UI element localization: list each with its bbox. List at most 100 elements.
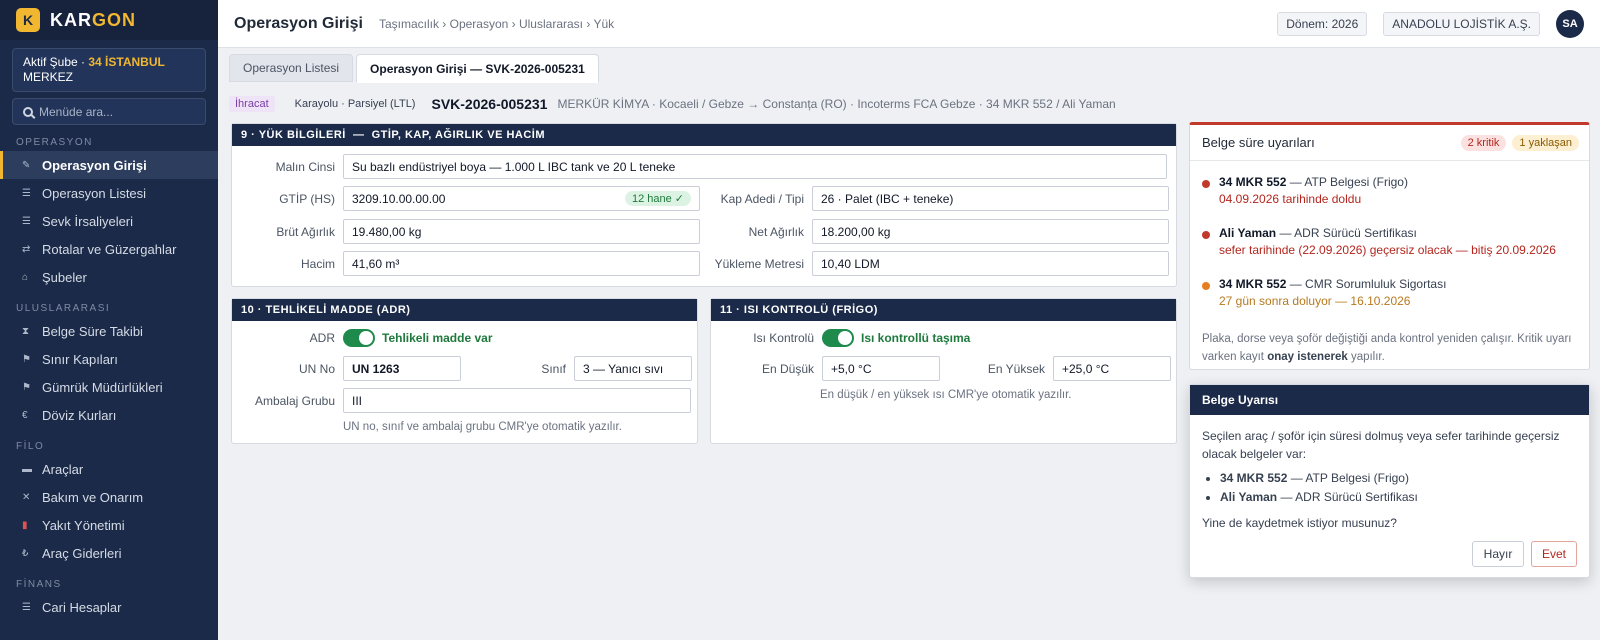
search-icon	[23, 106, 33, 117]
brand-name: KARGON	[50, 10, 136, 31]
dialog-title: Belge Uyarısı	[1190, 385, 1589, 415]
branch-prefix: Aktif Şube ·	[23, 55, 86, 69]
tab-operasyon-listesi[interactable]: Operasyon Listesi	[229, 54, 354, 82]
gtip-field[interactable]: 3209.10.00.00.00 12 hane ✓	[343, 186, 700, 211]
logo-icon: K	[16, 8, 40, 32]
cargo-panel-title: 9 · YÜK BİLGİLERİ — GTİP, KAP, AĞIRLIK V…	[232, 124, 1176, 146]
warnings-title: Belge süre uyarıları	[1202, 135, 1315, 150]
footer-text: yapılır.	[1347, 351, 1385, 363]
nav-bakim[interactable]: ✕ Bakım ve Onarım	[0, 483, 218, 511]
kap-label: Kap Adedi / Tipi	[720, 191, 804, 206]
nav-operasyon-listesi[interactable]: ☰ Operasyon Listesi	[0, 179, 218, 207]
ambalaj-field[interactable]: III	[343, 388, 691, 413]
warning-subject: 34 MKR 552	[1219, 175, 1287, 189]
dialog-item-subject: Ali Yaman	[1220, 490, 1278, 504]
dialog-item-subject: 34 MKR 552	[1220, 471, 1288, 485]
nav-belge-sure-takibi[interactable]: ⧗ Belge Süre Takibi	[0, 317, 218, 345]
un-label: UN No	[298, 361, 335, 376]
dialog-list: 34 MKR 552 — ATP Belgesi (Frigo) Ali Yam…	[1220, 469, 1580, 507]
tab-operasyon-girisi[interactable]: Operasyon Girişi — SVK-2026-005231	[356, 54, 599, 83]
nav-gumruk[interactable]: ⚑ Gümrük Müdürlükleri	[0, 373, 218, 401]
adr-panel-title: 10 · TEHLİKELİ MADDE (ADR)	[232, 299, 697, 321]
dialog-question: Yine de kaydetmek istiyor musunuz?	[1202, 516, 1397, 530]
pencil-icon: ✎	[22, 159, 31, 171]
nav-label: Sevk İrsaliyeleri	[42, 213, 134, 229]
nav-cari-hesaplar[interactable]: ☰ Cari Hesaplar	[0, 593, 218, 621]
nav-label: Araçlar	[42, 461, 84, 477]
warning-detail: 27 gün sonra doluyor — 16.10.2026	[1219, 294, 1411, 308]
frigo-panel-title: 11 · ISI KONTROLÜ (FRİGO)	[711, 299, 1176, 321]
flag-icon: ⚑	[22, 381, 31, 393]
nav-doviz[interactable]: € Döviz Kurları	[0, 401, 218, 429]
nav-label: Cari Hesaplar	[42, 599, 122, 615]
nav-label: Şubeler	[42, 269, 87, 285]
brand[interactable]: K KARGON	[0, 0, 218, 40]
brut-field[interactable]: 19.480,00 kg	[343, 219, 700, 244]
wrench-icon: ✕	[22, 491, 31, 503]
dialog-item-document: — ADR Sürücü Sertifikası	[1277, 490, 1418, 504]
sidebar: K KARGON Aktif Şube · 34 İSTANBUL MERKEZ …	[0, 0, 218, 640]
shipment-details: MERKÜR KİMYA · Kocaeli / Gebze → Constan…	[557, 97, 1116, 111]
branch-suffix: MERKEZ	[23, 70, 74, 84]
nav-sinir-kapilari[interactable]: ⚑ Sınır Kapıları	[0, 345, 218, 373]
period-selector[interactable]: Dönem: 2026	[1277, 11, 1368, 36]
avatar[interactable]: SA	[1556, 9, 1584, 38]
warning-item[interactable]: 34 MKR 552 — CMR Sorumluluk Sigortası 27…	[1202, 277, 1582, 308]
hacim-field[interactable]: 41,60 m³	[343, 251, 700, 276]
net-field[interactable]: 18.200,00 kg	[812, 219, 1169, 244]
dialog-list-item: 34 MKR 552 — ATP Belgesi (Frigo)	[1220, 469, 1580, 488]
warning-document: — CMR Sorumluluk Sigortası	[1286, 277, 1447, 291]
brand-name-b: GON	[92, 9, 137, 30]
adr-note: UN no, sınıf ve ambalaj grubu CMR'ye oto…	[343, 421, 622, 433]
company-selector[interactable]: ANADOLU LOJİSTİK A.Ş.	[1383, 11, 1540, 36]
nav-label: Araç Giderleri	[42, 545, 122, 561]
malin-cinsi-field[interactable]: Su bazlı endüstriyel boya — 1.000 L IBC …	[343, 154, 1167, 179]
nav-label: Sınır Kapıları	[42, 351, 118, 367]
section-uluslararasi: ULUSLARARASI	[16, 303, 111, 314]
adr-toggle[interactable]	[343, 329, 375, 347]
section-operasyon: OPERASYON	[16, 137, 93, 148]
ldm-field[interactable]: 10,40 LDM	[812, 251, 1169, 276]
warning-detail: 04.09.2026 tarihinde doldu	[1219, 192, 1362, 206]
flag-icon: ⚑	[22, 353, 31, 365]
nav-yakit[interactable]: ▮ Yakıt Yönetimi	[0, 511, 218, 539]
nav-arac-giderleri[interactable]: ₺ Araç Giderleri	[0, 539, 218, 567]
nav-araclar[interactable]: ▬ Araçlar	[0, 455, 218, 483]
nav-rotalar[interactable]: ⇄ Rotalar ve Güzergahlar	[0, 235, 218, 263]
nav-operasyon-girisi[interactable]: ✎ Operasyon Girişi	[0, 151, 218, 179]
upcoming-dot-icon	[1202, 282, 1210, 290]
nav-subeler[interactable]: ⌂ Şubeler	[0, 263, 218, 291]
warning-item[interactable]: 34 MKR 552 — ATP Belgesi (Frigo) 04.09.2…	[1202, 175, 1582, 206]
warning-item[interactable]: Ali Yaman — ADR Sürücü Sertifikası sefer…	[1202, 226, 1582, 257]
max-temp-field[interactable]: +25,0 °C	[1053, 356, 1171, 381]
min-temp-label: En Düşük	[761, 361, 814, 376]
un-field[interactable]: UN 1263	[343, 356, 461, 381]
kap-field[interactable]: 26 · Palet (IBC + teneke)	[812, 186, 1169, 211]
home-icon: ⌂	[22, 271, 29, 283]
active-branch[interactable]: Aktif Şube · 34 İSTANBUL MERKEZ	[12, 48, 206, 92]
ldm-label: Yükleme Metresi	[714, 256, 804, 271]
no-button[interactable]: Hayır	[1472, 541, 1524, 567]
isi-kontrol-toggle[interactable]	[822, 329, 854, 347]
nav-label: Rotalar ve Güzergahlar	[42, 241, 177, 257]
adr-toggle-state: Tehlikeli madde var	[382, 331, 493, 345]
malin-cinsi-label: Malın Cinsi	[275, 159, 335, 174]
document-warnings-panel: Belge süre uyarıları 2 kritik 1 yaklaşan…	[1189, 122, 1590, 370]
menu-search-input[interactable]: Menüde ara...	[12, 98, 206, 125]
isi-kontrol-label: Isı Kontrolü	[753, 331, 814, 345]
section-finans: FİNANS	[16, 579, 62, 590]
nav-label: Yakıt Yönetimi	[42, 517, 125, 533]
yes-button[interactable]: Evet	[1531, 541, 1577, 567]
min-temp-field[interactable]: +5,0 °C	[822, 356, 940, 381]
transport-mode: Karayolu · Parsiyel (LTL)	[294, 98, 416, 110]
tab-bar: Operasyon Listesi Operasyon Girişi — SVK…	[229, 54, 602, 83]
hacim-label: Hacim	[300, 256, 335, 271]
dialog-item-document: — ATP Belgesi (Frigo)	[1287, 471, 1409, 485]
upcoming-badge: 1 yaklaşan	[1512, 134, 1579, 151]
nav-sevk-irsaliyeleri[interactable]: ☰ Sevk İrsaliyeleri	[0, 207, 218, 235]
brand-name-a: KAR	[50, 9, 92, 30]
list-icon: ☰	[22, 601, 31, 613]
shipment-summary: İhracat Karayolu · Parsiyel (LTL) SVK-20…	[229, 94, 1116, 114]
sinif-field[interactable]: 3 — Yanıcı sıvı	[574, 356, 692, 381]
warning-detail: sefer tarihinde (22.09.2026) geçersiz ol…	[1219, 243, 1556, 257]
